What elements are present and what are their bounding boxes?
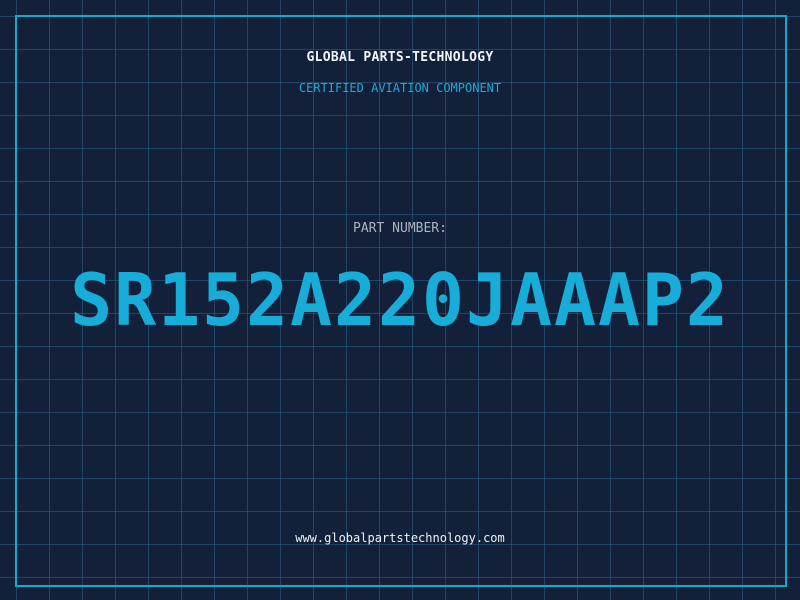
company-name: GLOBAL PARTS-TECHNOLOGY bbox=[306, 50, 494, 65]
certification-subtitle: CERTIFIED AVIATION COMPONENT bbox=[298, 81, 502, 95]
part-number-label: PART NUMBER: bbox=[353, 221, 447, 236]
website-url: www.globalpartstechnology.com bbox=[295, 531, 505, 545]
part-label-card: GLOBAL PARTS-TECHNOLOGY CERTIFIED AVIATI… bbox=[0, 0, 800, 600]
part-number-value: SR152A220JAAAP2 bbox=[70, 258, 730, 342]
